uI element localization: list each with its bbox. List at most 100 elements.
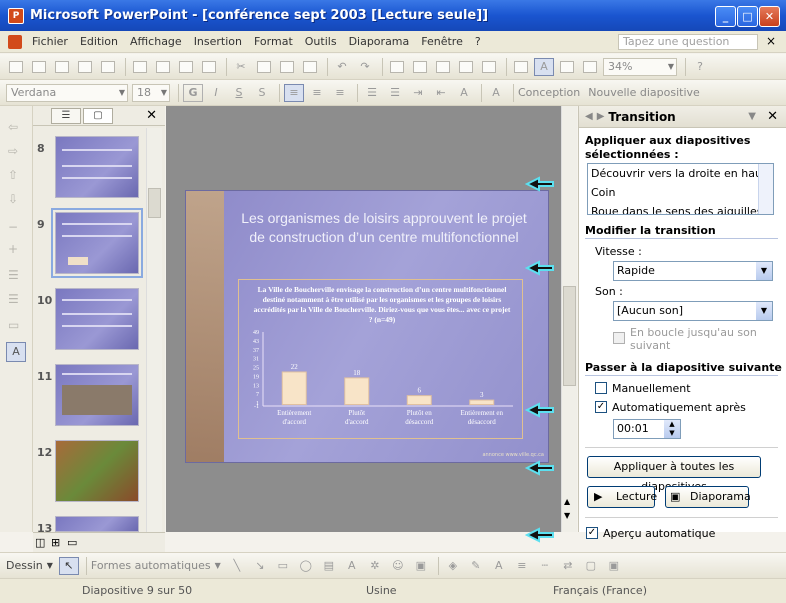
menu-fichier[interactable]: Fichier — [26, 35, 74, 48]
prev-slide-icon[interactable]: ▲ — [564, 497, 570, 506]
cut-icon[interactable]: ✂ — [231, 58, 251, 76]
outdent-icon[interactable]: ⇤ — [431, 84, 451, 102]
thumbnail-9[interactable]: 9 — [33, 208, 153, 278]
undo-icon[interactable]: ↶ — [332, 58, 352, 76]
format-painter-icon[interactable] — [300, 58, 320, 76]
new-slide-button[interactable]: Nouvelle diapositive — [588, 86, 700, 99]
collapse-icon[interactable]: − — [8, 220, 18, 234]
draw-menu[interactable]: Dessin — [6, 559, 43, 572]
slideshow-button[interactable]: ▣ Diaporama — [665, 486, 751, 508]
menu-fenetre[interactable]: Fenêtre — [415, 35, 469, 48]
tables-borders-icon[interactable] — [433, 58, 453, 76]
hyperlink-icon[interactable] — [479, 58, 499, 76]
slide-scrollbar[interactable]: ▲ ▼ — [561, 106, 577, 532]
font-color-icon[interactable]: A — [486, 84, 506, 102]
grid-icon[interactable] — [557, 58, 577, 76]
taskpane-close-icon[interactable]: ✕ — [767, 109, 778, 124]
help-icon[interactable]: ? — [690, 58, 710, 76]
apply-all-button[interactable]: Appliquer à toutes les diapositives — [587, 456, 761, 493]
summary-slide-icon[interactable]: ▭ — [8, 318, 19, 332]
print-preview-icon[interactable] — [153, 58, 173, 76]
fill-color-icon[interactable]: ◈ — [443, 557, 463, 575]
show-formatting-icon[interactable]: A — [6, 342, 26, 362]
wordart-icon[interactable]: A — [342, 557, 362, 575]
menu-insertion[interactable]: Insertion — [188, 35, 248, 48]
loop-checkbox[interactable] — [613, 332, 625, 344]
auto-checkbox[interactable]: ✓ — [595, 401, 607, 413]
play-button[interactable]: ▶ Lecture — [587, 486, 657, 508]
ask-question-input[interactable]: Tapez une question — [618, 34, 758, 50]
open-icon[interactable] — [29, 58, 49, 76]
expand-icon[interactable]: + — [8, 242, 18, 256]
next-slide-icon[interactable]: ▼ — [564, 511, 570, 520]
size-combo[interactable]: 18 ▼ — [132, 83, 170, 102]
table-icon[interactable] — [410, 58, 430, 76]
rectangle-icon[interactable]: ▭ — [273, 557, 293, 575]
effect-item[interactable]: Découvrir vers la droite en haut — [588, 164, 773, 183]
underline-button[interactable]: S — [229, 84, 249, 102]
powerpoint-icon[interactable]: P — [8, 7, 24, 24]
line-color-icon[interactable]: ✎ — [466, 557, 486, 575]
chart-icon[interactable] — [387, 58, 407, 76]
research-icon[interactable] — [199, 58, 219, 76]
effects-scrollbar[interactable] — [758, 164, 773, 214]
move-up-icon[interactable]: ⇧ — [8, 168, 18, 182]
autoshapes-menu[interactable]: Formes automatiques — [91, 559, 211, 572]
slide-sorter-icon[interactable]: ⊞ — [51, 536, 60, 549]
select-pointer-icon[interactable]: ↖ — [58, 556, 79, 575]
redo-icon[interactable]: ↷ — [355, 58, 375, 76]
auto-time-spinner[interactable]: 00:01 ▲ ▼ — [613, 419, 681, 439]
italic-button[interactable]: I — [206, 84, 226, 102]
arrow-style-icon[interactable]: ⇄ — [558, 557, 578, 575]
textbox-icon[interactable]: ▤ — [319, 557, 339, 575]
promote-icon[interactable]: ⇦ — [8, 120, 18, 134]
insert-picture-icon[interactable] — [456, 58, 476, 76]
paste-icon[interactable] — [277, 58, 297, 76]
arrow-icon[interactable]: ↘ — [250, 557, 270, 575]
bullets-icon[interactable]: ☰ — [385, 84, 405, 102]
taskpane-menu-icon[interactable]: ▼ — [748, 111, 756, 122]
forward-icon[interactable]: ▶ — [597, 111, 605, 122]
close-button[interactable]: ✕ — [759, 6, 780, 27]
minimize-button[interactable]: _ — [715, 6, 736, 27]
menu-affichage[interactable]: Affichage — [124, 35, 188, 48]
menu-help[interactable]: ? — [469, 35, 487, 48]
back-icon[interactable]: ◀ — [585, 111, 593, 122]
copy-icon[interactable] — [254, 58, 274, 76]
numbering-icon[interactable]: ☰ — [362, 84, 382, 102]
demote-icon[interactable]: ⇨ — [8, 144, 18, 158]
shadow-button[interactable]: S — [252, 84, 272, 102]
pane-close-icon[interactable]: ✕ — [146, 108, 157, 123]
expand-all-icon[interactable]: ☰ — [8, 292, 19, 306]
bold-button[interactable]: G — [183, 83, 203, 102]
picture-icon[interactable]: ▣ — [411, 557, 431, 575]
thumbnail-8[interactable]: 8 — [33, 136, 153, 202]
chart[interactable]: La Ville de Boucherville envisage la con… — [238, 279, 523, 439]
dash-style-icon[interactable]: ┄ — [535, 557, 555, 575]
menu-outils[interactable]: Outils — [299, 35, 343, 48]
line-icon[interactable]: ╲ — [227, 557, 247, 575]
menu-diaporama[interactable]: Diaporama — [343, 35, 416, 48]
effect-item[interactable]: Roue dans le sens des aiguilles... — [588, 202, 773, 214]
speed-select[interactable]: Rapide ▼ — [613, 261, 773, 281]
line-style-icon[interactable]: ≡ — [512, 557, 532, 575]
permission-icon[interactable] — [75, 58, 95, 76]
color-grayscale-icon[interactable] — [580, 58, 600, 76]
design-button[interactable]: Conception — [518, 86, 580, 99]
effect-item[interactable]: Coin — [588, 183, 773, 202]
font-grow-icon[interactable]: A — [454, 84, 474, 102]
manual-checkbox[interactable] — [595, 382, 607, 394]
font-color-draw-icon[interactable]: A — [489, 557, 509, 575]
thumbnail-12[interactable]: 12 — [33, 440, 153, 506]
slide-title[interactable]: Les organismes de loisirs approuvent le … — [234, 209, 534, 247]
thumbnails-scrollbar[interactable] — [146, 128, 162, 532]
email-icon[interactable] — [98, 58, 118, 76]
shadow-style-icon[interactable]: ▢ — [581, 557, 601, 575]
clipart-icon[interactable]: ☺ — [388, 557, 408, 575]
save-icon[interactable] — [52, 58, 72, 76]
effects-list[interactable]: Découvrir vers la droite en haut Coin Ro… — [587, 163, 774, 215]
sound-select[interactable]: [Aucun son] ▼ — [613, 301, 773, 321]
align-center-icon[interactable]: ≡ — [307, 84, 327, 102]
expand-icon[interactable] — [511, 58, 531, 76]
align-right-icon[interactable]: ≡ — [330, 84, 350, 102]
